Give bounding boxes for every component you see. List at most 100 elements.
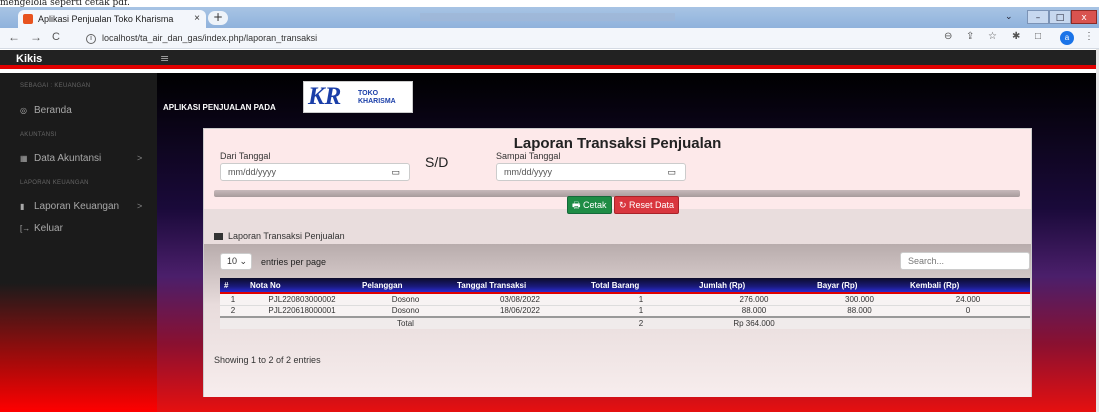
store-logo: KR TOKO KHARISMA	[303, 81, 413, 113]
entries-label: entries per page	[261, 257, 327, 267]
sidebar-item-beranda[interactable]: ◎ Beranda	[20, 105, 72, 116]
zoom-icon[interactable]: ⊖	[944, 31, 952, 42]
table-cell: 88.000	[813, 304, 906, 317]
logout-icon: [→	[20, 224, 31, 233]
browser-tab[interactable]: Aplikasi Penjualan Toko Kharisma ×	[18, 10, 206, 28]
url-text: localhost/ta_air_dan_gas/index.php/lapor…	[102, 33, 318, 43]
table-cell	[453, 316, 587, 329]
tab-list-chevron-icon[interactable]: ⌄	[1005, 12, 1013, 22]
reset-data-button[interactable]: ↻ Reset Data	[614, 196, 680, 214]
total-label: Total	[358, 316, 453, 329]
table-row: 2 PJL220618000001 Dosono 18/06/2022 1 88…	[220, 304, 1030, 317]
address-bar: ← → C i localhost/ta_air_dan_gas/index.ph…	[0, 28, 1099, 49]
column-header[interactable]: #	[220, 278, 246, 294]
page-length-select[interactable]: 10 ⌄	[220, 253, 252, 270]
logo-text: TOKO KHARISMA	[358, 90, 396, 105]
calendar-icon[interactable]: ▭	[391, 164, 400, 180]
page-title: Laporan Transaksi Penjualan	[513, 135, 722, 152]
reload-button[interactable]: C	[52, 31, 60, 43]
site-info-icon[interactable]: i	[86, 33, 96, 44]
table-container: 10 ⌄ entries per page Search... # Nota N…	[204, 244, 1031, 397]
column-header[interactable]: Pelanggan	[358, 278, 453, 294]
tab-title: Aplikasi Penjualan Toko Kharisma	[38, 14, 174, 24]
table-cell	[220, 316, 246, 329]
window-title-area	[420, 13, 675, 21]
share-icon[interactable]: ⇪	[966, 31, 974, 42]
column-header[interactable]: Nota No	[246, 278, 358, 294]
table-row: 1 PJL220803000002 Dosono 03/08/2022 1 27…	[220, 292, 1030, 305]
column-header[interactable]: Jumlah (Rp)	[695, 278, 813, 294]
report-panel: Laporan Transaksi Penjualan Dari Tanggal…	[203, 128, 1032, 397]
page-caption: mengelola seperti cetak pdf.	[0, 0, 1099, 7]
from-date-label: Dari Tanggal	[220, 151, 271, 161]
search-input[interactable]: Search...	[900, 252, 1030, 270]
app-header-label: APLIKASI PENJUALAN PADA	[163, 103, 276, 112]
table-info: Showing 1 to 2 of 2 entries	[214, 355, 321, 365]
table-cell: 18/06/2022	[453, 304, 587, 317]
column-header[interactable]: Tanggal Transaksi	[453, 278, 587, 294]
to-date-label: Sampai Tanggal	[496, 151, 561, 161]
logo-monogram: KR	[308, 83, 342, 110]
table-total-row: Total 2 Rp 364.000	[220, 316, 1030, 329]
table-icon: ▦	[20, 154, 28, 163]
gauge-icon: ◎	[20, 106, 27, 115]
sidebar-heading: LAPORAN KEUANGAN	[20, 180, 89, 186]
sidebar-heading: SEBAGAI : KEUANGAN	[20, 83, 91, 89]
folder-icon	[214, 233, 223, 241]
window-maximize-button[interactable]: □	[1049, 10, 1071, 24]
book-icon: ▮	[20, 202, 25, 211]
table-cell: Dosono	[358, 292, 453, 305]
table-cell: 276.000	[695, 292, 813, 305]
chevron-right-icon: >	[137, 153, 143, 163]
bookmark-star-icon[interactable]: ☆	[988, 31, 997, 42]
table-cell: 2	[220, 304, 246, 317]
table-cell	[906, 316, 1030, 329]
print-button[interactable]: 🖶 Cetak	[567, 196, 612, 214]
table-cell: 24.000	[906, 292, 1030, 305]
to-date-input[interactable]: mm/dd/yyyy ▭	[496, 163, 686, 181]
app-brand[interactable]: Kikis	[16, 53, 42, 65]
table-cell	[246, 316, 358, 329]
side-panel-icon[interactable]: □	[1035, 31, 1041, 42]
new-tab-button[interactable]: +	[208, 11, 228, 25]
table-cell: 1	[587, 304, 695, 317]
column-header[interactable]: Bayar (Rp)	[813, 278, 906, 294]
column-header[interactable]: Kembali (Rp)	[906, 278, 1030, 294]
tab-close-icon[interactable]: ×	[194, 10, 200, 28]
date-separator: S/D	[425, 154, 449, 170]
window-close-button[interactable]: x	[1071, 10, 1097, 24]
table-cell: Dosono	[358, 304, 453, 317]
table-cell: 03/08/2022	[453, 292, 587, 305]
sidebar: SEBAGAI : KEUANGAN ◎ Beranda AKUNTANSI ▦ D…	[0, 73, 157, 412]
browser-tab-strip: Aplikasi Penjualan Toko Kharisma × + ⌄ –…	[0, 7, 1099, 28]
sidebar-item-keluar[interactable]: [→ Keluar	[20, 223, 63, 234]
table-cell: 1	[587, 292, 695, 305]
transactions-table: # Nota No Pelanggan Tanggal Transaksi To…	[220, 278, 1030, 329]
forward-button[interactable]: →	[30, 30, 42, 44]
from-date-input[interactable]: mm/dd/yyyy ▭	[220, 163, 410, 181]
calendar-icon[interactable]: ▭	[667, 164, 676, 180]
menu-toggle-icon[interactable]: ≡	[160, 52, 169, 65]
window-minimize-button[interactable]: –	[1027, 10, 1049, 24]
total-items: 2	[587, 316, 695, 329]
table-cell	[813, 316, 906, 329]
url-input[interactable]: i localhost/ta_air_dan_gas/index.php/lapo…	[86, 31, 926, 46]
table-cell: PJL220618000001	[246, 304, 358, 317]
extensions-icon[interactable]: ✱	[1012, 31, 1020, 42]
table-cell: 300.000	[813, 292, 906, 305]
browser-menu-icon[interactable]: ⋮	[1084, 31, 1094, 42]
profile-avatar[interactable]: a	[1060, 31, 1074, 45]
chevron-right-icon: >	[137, 201, 143, 211]
table-cell: 88.000	[695, 304, 813, 317]
sidebar-item-data-akuntansi[interactable]: ▦ Data Akuntansi >	[20, 153, 142, 164]
column-header[interactable]: Total Barang	[587, 278, 695, 294]
total-amount: Rp 364.000	[695, 316, 813, 329]
table-cell: PJL220803000002	[246, 292, 358, 305]
back-button[interactable]: ←	[8, 30, 20, 44]
table-header-row: # Nota No Pelanggan Tanggal Transaksi To…	[220, 278, 1030, 294]
favicon-icon	[23, 14, 33, 24]
table-cell: 1	[220, 292, 246, 305]
section-heading: Laporan Transaksi Penjualan	[214, 231, 345, 241]
sidebar-item-laporan-keuangan[interactable]: ▮ Laporan Keuangan >	[20, 201, 142, 212]
main-content: APLIKASI PENJUALAN PADA KR TOKO KHARISMA …	[157, 73, 1096, 412]
